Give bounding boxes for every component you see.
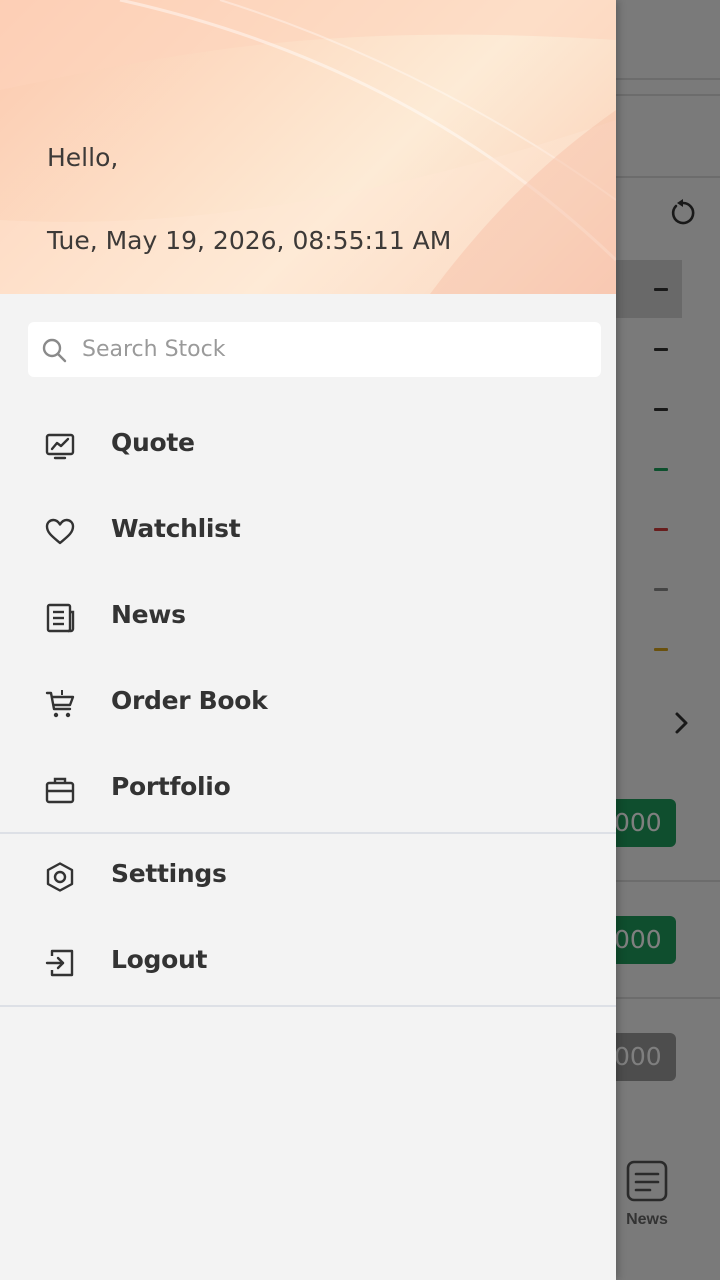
briefcase-icon — [45, 777, 75, 804]
heart-icon — [45, 518, 75, 545]
search-icon — [42, 338, 67, 363]
menu-item-label: Quote — [111, 428, 195, 457]
menu-item-watchlist[interactable]: Watchlist — [0, 492, 616, 572]
chart-icon — [45, 433, 75, 460]
search-bar[interactable] — [28, 322, 601, 377]
menu-item-label: Logout — [111, 945, 208, 974]
menu-item-label: Settings — [111, 859, 227, 888]
menu-item-settings[interactable]: Settings — [0, 837, 616, 917]
search-stock-input[interactable] — [82, 322, 582, 377]
menu-item-label: News — [111, 600, 186, 629]
newspaper-icon — [46, 603, 75, 633]
logout-icon — [45, 949, 74, 977]
hexagon-gear-icon — [46, 862, 74, 892]
menu-divider — [0, 1005, 616, 1007]
drawer-header: Hello, Tue, May 19, 2026, 08:55:11 AM — [0, 0, 616, 294]
menu-item-label: Watchlist — [111, 514, 241, 543]
menu-divider — [0, 832, 616, 834]
navigation-drawer: Hello, Tue, May 19, 2026, 08:55:11 AM Qu… — [0, 0, 616, 1280]
menu-item-label: Order Book — [111, 686, 268, 715]
menu-item-order-book[interactable]: Order Book — [0, 664, 616, 744]
menu-item-logout[interactable]: Logout — [0, 923, 616, 1003]
current-datetime: Tue, May 19, 2026, 08:55:11 AM — [47, 226, 452, 255]
cart-icon — [45, 690, 75, 718]
menu-item-portfolio[interactable]: Portfolio — [0, 750, 616, 830]
greeting-text: Hello, — [47, 143, 119, 172]
menu-item-news[interactable]: News — [0, 578, 616, 658]
menu-item-label: Portfolio — [111, 772, 231, 801]
menu-item-quote[interactable]: Quote — [0, 406, 616, 486]
